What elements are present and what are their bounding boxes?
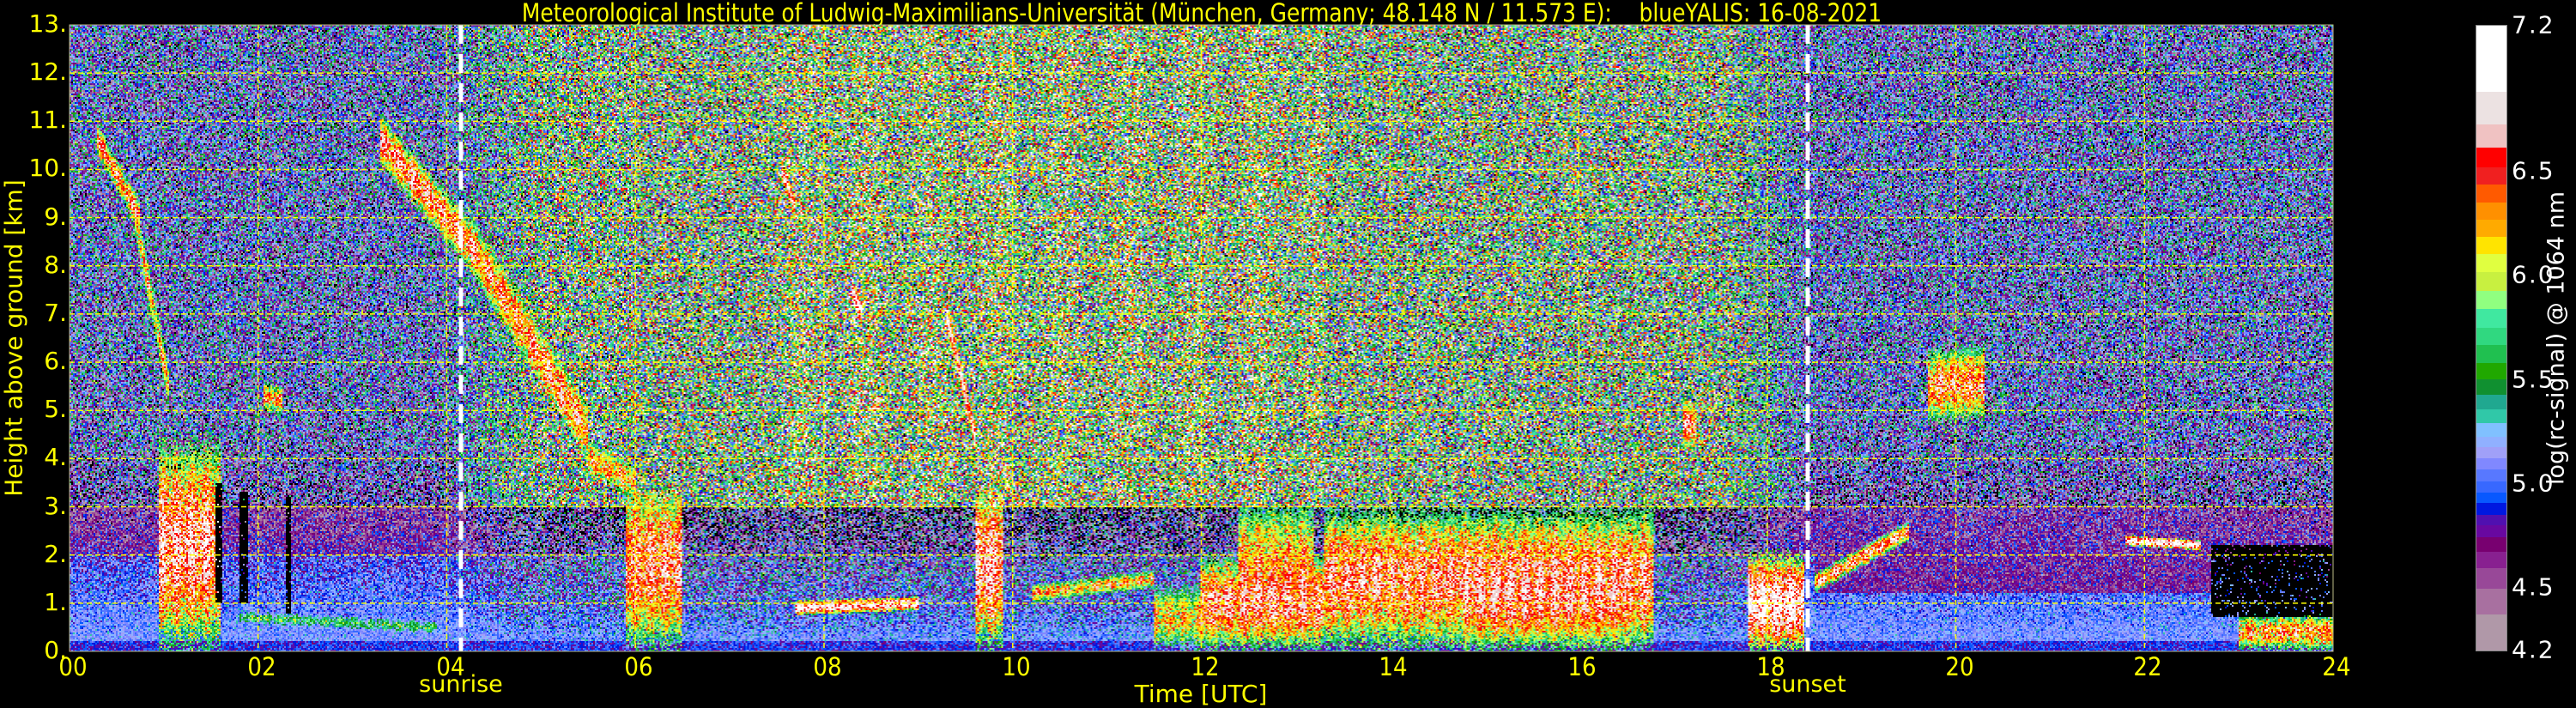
colorbar-label: log(rc-signal) @ 1064 nm [2543, 191, 2570, 486]
colorbar-level [2476, 589, 2506, 615]
y-tick-label: 10. [28, 154, 67, 183]
colorbar-level [2476, 185, 2506, 203]
sunset-label: sunset [1769, 671, 1846, 698]
colorbar-level [2476, 515, 2506, 526]
colorbar [2476, 25, 2507, 651]
x-tick-label: 12 [1190, 652, 1220, 681]
colorbar-level [2476, 447, 2506, 459]
y-tick-label: 1. [44, 587, 67, 616]
x-tick-label: 06 [624, 652, 653, 681]
y-tick-label: 2. [44, 539, 67, 568]
colorbar-tick-label: 6.5 [2512, 156, 2555, 185]
y-tick-label: 5. [44, 395, 67, 424]
y-tick-label: 6. [44, 346, 67, 375]
colorbar-level [2476, 614, 2506, 651]
y-tick-label: 13. [28, 9, 67, 38]
x-tick-label: 14 [1379, 652, 1408, 681]
y-axis-label: Height above ground [km] [0, 179, 28, 497]
colorbar-level [2476, 166, 2506, 185]
x-tick-label: 10 [1002, 652, 1031, 681]
colorbar-level [2476, 457, 2506, 470]
colorbar-level [2476, 148, 2506, 168]
colorbar-level [2476, 124, 2506, 148]
colorbar-tick-label: 4.2 [2512, 635, 2555, 664]
colorbar-level [2476, 503, 2506, 516]
colorbar-level [2476, 379, 2506, 396]
colorbar-level [2476, 551, 2506, 569]
colorbar-level [2476, 436, 2506, 448]
colorbar-level [2476, 395, 2506, 410]
colorbar-level [2476, 524, 2506, 538]
y-tick-label: 4. [44, 443, 67, 472]
y-tick-label: 11. [28, 106, 67, 135]
colorbar-level [2476, 219, 2506, 238]
x-tick-label: 22 [2133, 652, 2162, 681]
y-tick-label: 7. [44, 298, 67, 327]
colorbar-level [2476, 253, 2506, 273]
colorbar-level [2476, 568, 2506, 590]
x-tick-label: 16 [1567, 652, 1597, 681]
x-axis-label: Time [UTC] [1134, 680, 1268, 708]
x-tick-label: 00 [58, 652, 88, 681]
colorbar-level [2476, 91, 2506, 125]
colorbar-level [2476, 271, 2506, 292]
colorbar-level [2476, 537, 2506, 553]
chart-title: Meteorological Institute of Ludwig-Maxim… [521, 0, 1882, 27]
x-tick-label: 08 [813, 652, 842, 681]
plot-area [69, 24, 2334, 652]
y-tick-label: 8. [44, 250, 67, 279]
colorbar-level [2476, 362, 2506, 380]
colorbar-level [2476, 481, 2506, 493]
y-tick-label: 3. [44, 491, 67, 520]
x-tick-label: 02 [247, 652, 276, 681]
grid-overlay [69, 24, 2334, 652]
x-tick-label: 24 [2322, 652, 2351, 681]
colorbar-level [2476, 290, 2506, 310]
colorbar-tick-label: 7.2 [2512, 10, 2555, 39]
x-tick-label: 20 [1944, 652, 1974, 681]
colorbar-level [2476, 408, 2506, 423]
colorbar-level [2476, 422, 2506, 438]
colorbar-level [2476, 492, 2506, 504]
y-tick-label: 9. [44, 202, 67, 231]
sunrise-label: sunrise [419, 671, 503, 698]
colorbar-tick-label: 4.5 [2512, 572, 2555, 602]
colorbar-level [2476, 469, 2506, 482]
colorbar-level [2476, 345, 2506, 364]
colorbar-level [2476, 327, 2506, 346]
colorbar-level [2476, 26, 2506, 93]
colorbar-level [2476, 203, 2506, 221]
colorbar-level [2476, 308, 2506, 329]
colorbar-level [2476, 237, 2506, 255]
y-tick-label: 12. [28, 57, 67, 86]
